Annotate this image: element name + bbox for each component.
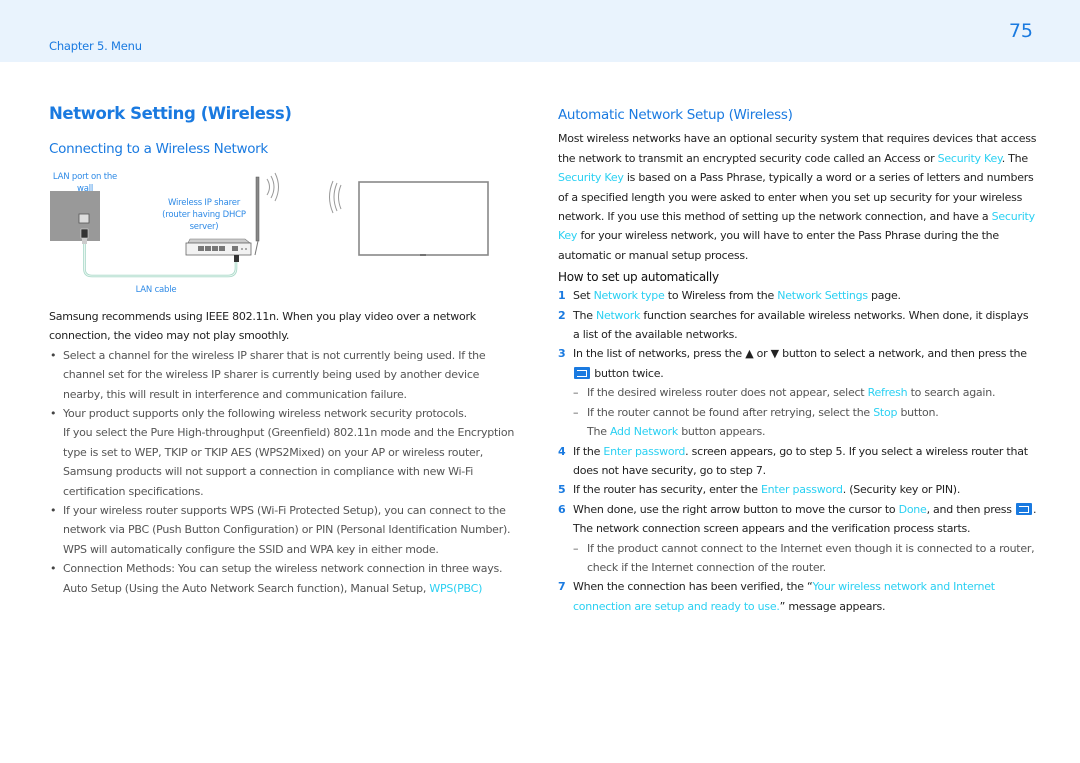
step-text: If the — [573, 444, 604, 458]
step-text: . (Security key or PIN). — [842, 483, 961, 497]
step-number: 2 — [558, 308, 566, 322]
para-text: is based on a Pass Phrase, typically a w… — [558, 171, 1034, 224]
sharer-label: Wireless IP sharer (router having DHCP s… — [154, 197, 254, 233]
step-5: 5 If the router has security, enter the E… — [558, 480, 1038, 499]
enter-icon — [1016, 502, 1033, 515]
howto-title: How to set up automatically — [558, 270, 719, 285]
note-item: If the product cannot connect to the Int… — [573, 539, 1038, 578]
step-text: In the list of networks, press the ▲ or … — [573, 347, 1027, 361]
stop-term: Stop — [873, 405, 898, 419]
plug-icon — [80, 228, 89, 239]
note-text: button appears. — [677, 425, 766, 439]
security-key-term: Security Key — [937, 151, 1002, 165]
enter-icon — [574, 366, 590, 379]
note-item: Connection Methods: You can setup the wi… — [49, 559, 521, 598]
step-number: 7 — [558, 580, 566, 594]
step-text: function searches for available wireless… — [573, 308, 1029, 342]
step-1: 1 Set Network type to Wireless from the N… — [558, 286, 1038, 305]
done-term: Done — [898, 502, 927, 516]
step-6: 6 When done, use the right arrow button t… — [558, 500, 1038, 578]
network-term: Network — [595, 308, 641, 322]
step-text: page. — [867, 289, 901, 303]
security-key-paragraph: Most wireless networks have an optional … — [558, 129, 1038, 265]
enter-password-term: Enter password — [760, 483, 843, 497]
add-network-term: Add Network — [609, 425, 678, 439]
intro-paragraph: Samsung recommends using IEEE 802.11n. W… — [49, 310, 476, 343]
wall-plate — [50, 191, 100, 241]
sharer-label-line3: server) — [189, 222, 219, 232]
page-header: Chapter 5. Menu 75 — [0, 0, 1080, 62]
step-4: 4 If the Enter password. screen appears, … — [558, 442, 1038, 481]
para-text: . The — [1001, 151, 1028, 165]
note-item: If your wireless router supports WPS (Wi… — [49, 501, 521, 559]
notes-list: Select a channel for the wireless IP sha… — [49, 346, 521, 598]
wps-pbc-link[interactable]: WPS(PBC) — [429, 582, 482, 595]
step-text: button twice. — [591, 366, 664, 380]
step-6-notes: If the product cannot connect to the Int… — [573, 539, 1038, 578]
setup-steps: 1 Set Network type to Wireless from the N… — [558, 286, 1038, 616]
section-title: Network Setting (Wireless) — [49, 104, 292, 123]
step-text: If the router has security, enter the — [573, 483, 761, 497]
right-column: Automatic Network Setup (Wireless) Most … — [558, 106, 1038, 616]
note-item: Your product supports only the following… — [49, 404, 521, 501]
note-text: If you select the Pure High-throughput (… — [63, 426, 515, 498]
network-settings-term: Network Settings — [777, 289, 868, 303]
step-number: 1 — [558, 289, 566, 303]
step-text: Set — [573, 289, 594, 303]
note-item: If the desired wireless router does not … — [573, 383, 1038, 403]
step-text: The — [573, 308, 596, 322]
para-text: for your wireless network, you will have… — [558, 229, 999, 262]
lan-port-label: LAN port on the wall — [46, 171, 124, 195]
connection-diagram: LAN port on the wall Wireless IP sharer … — [40, 165, 510, 300]
page-number: 75 — [1008, 20, 1033, 42]
left-column: Samsung recommends using IEEE 802.11n. W… — [49, 307, 521, 598]
step-3-notes: If the desired wireless router does not … — [573, 383, 1038, 441]
lan-cable-label: LAN cable — [135, 285, 177, 295]
step-number: 5 — [558, 483, 566, 497]
antenna — [255, 176, 260, 242]
step-3: 3 In the list of networks, press the ▲ or… — [558, 344, 1038, 441]
refresh-term: Refresh — [867, 386, 908, 400]
note-item: If the router cannot be found after retr… — [573, 403, 1038, 442]
note-text: to search again. — [907, 386, 996, 400]
note-text: The — [587, 425, 610, 439]
step-text: ” message appears. — [779, 599, 886, 613]
step-2: 2 The Network function searches for avail… — [558, 306, 1038, 345]
step-number: 6 — [558, 502, 566, 516]
step-text: When done, use the right arrow button to… — [573, 502, 899, 516]
security-key-term: Security Key — [558, 171, 624, 185]
step-number: 4 — [558, 444, 566, 458]
step-text: to Wireless from the — [664, 289, 778, 303]
wall-lan-port-icon — [78, 213, 90, 224]
lan-port-label-line2: wall — [76, 184, 94, 194]
note-item: Select a channel for the wireless IP sha… — [49, 346, 521, 404]
subsection-title: Connecting to a Wireless Network — [49, 141, 268, 157]
sharer-label-line1: Wireless IP sharer — [167, 198, 241, 208]
note-text: If the router cannot be found after retr… — [587, 405, 874, 419]
step-text: , and then press — [926, 502, 1016, 516]
auto-setup-title: Automatic Network Setup (Wireless) — [558, 107, 793, 123]
sharer-label-line2: (router having DHCP — [162, 210, 246, 220]
chapter-label: Chapter 5. Menu — [49, 39, 142, 53]
router-top — [187, 238, 251, 244]
note-text: If the desired wireless router does not … — [587, 386, 868, 400]
network-type-term: Network type — [593, 289, 665, 303]
display-wifi-icon — [338, 184, 342, 210]
wifi-signal-icon — [266, 178, 270, 196]
step-7: 7 When the connection has been verified, … — [558, 577, 1038, 616]
lan-port-label-line1: LAN port on the — [52, 172, 118, 182]
note-text: Your product supports only the following… — [63, 407, 467, 421]
enter-password-term: Enter password — [603, 444, 686, 458]
display-screen — [358, 181, 489, 256]
note-text: button. — [897, 405, 939, 419]
step-text: When the connection has been verified, t… — [573, 580, 813, 594]
step-number: 3 — [558, 347, 566, 361]
